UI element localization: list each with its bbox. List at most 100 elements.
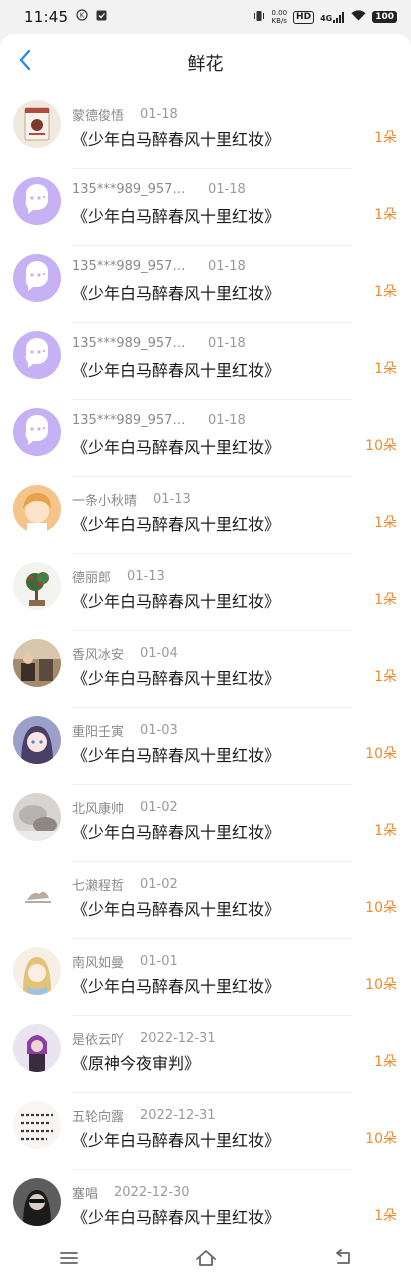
gift-row[interactable]: 一条小秋晴 01-13 《少年白马醉春风十里红妆》 1朵	[0, 477, 411, 554]
book-title: 《少年白马醉春风十里红妆》	[72, 515, 281, 534]
gift-row[interactable]: 135***989_9579… 01-18 《少年白马醉春风十里红妆》 10朵	[0, 400, 411, 477]
flower-count: 1朵	[374, 207, 397, 223]
gift-date: 01-18	[140, 107, 178, 122]
row-meta: 德丽郎 01-13	[72, 567, 165, 586]
gift-date: 01-04	[140, 646, 178, 661]
avatar[interactable]	[13, 1178, 61, 1226]
row-meta: 五轮向露 2022-12-31	[72, 1106, 216, 1125]
book-title: 《少年白马醉春风十里红妆》	[72, 592, 281, 611]
gift-date: 01-18	[208, 259, 246, 274]
flower-count: 1朵	[374, 515, 397, 531]
hd-badge: HD	[293, 10, 315, 24]
flower-count: 1朵	[374, 1208, 397, 1224]
avatar[interactable]	[13, 1101, 61, 1149]
avatar[interactable]	[13, 793, 61, 841]
svg-text:K: K	[80, 12, 85, 20]
flower-count: 10朵	[365, 900, 397, 916]
status-bar-left: 11:45 K	[24, 8, 107, 26]
avatar[interactable]	[13, 100, 61, 148]
app-header: 鲜花	[0, 34, 411, 93]
username: 蒙德俊悟	[72, 109, 125, 124]
chevron-left-icon	[18, 49, 32, 75]
gift-row[interactable]: 南风如曼 01-01 《少年白马醉春风十里红妆》 10朵	[0, 939, 411, 1016]
avatar[interactable]	[13, 639, 61, 687]
book-title: 《少年白马醉春风十里红妆》	[72, 977, 281, 996]
clipboard-check-icon	[96, 9, 107, 25]
username: 德丽郎	[72, 571, 112, 586]
net-speed-value: 0.00	[271, 9, 288, 17]
avatar[interactable]	[13, 716, 61, 764]
row-meta: 南风如曼 01-01	[72, 952, 178, 971]
menu-button[interactable]	[39, 1245, 99, 1275]
gift-row[interactable]: 五轮向露 2022-12-31 《少年白马醉春风十里红妆》 10朵	[0, 1093, 411, 1170]
gift-date: 2022-12-31	[140, 1108, 216, 1123]
home-button[interactable]	[176, 1245, 236, 1275]
username: 135***989_9579…	[72, 413, 192, 428]
gift-date: 01-02	[140, 877, 178, 892]
gift-row[interactable]: 蒙德俊悟 01-18 《少年白马醉春风十里红妆》 1朵	[0, 92, 411, 169]
avatar[interactable]	[13, 408, 61, 456]
username: 重阳壬寅	[72, 725, 125, 740]
row-meta: 重阳壬寅 01-03	[72, 721, 178, 740]
menu-icon	[59, 1250, 79, 1270]
gift-row[interactable]: 重阳壬寅 01-03 《少年白马醉春风十里红妆》 10朵	[0, 708, 411, 785]
signal-icon: 4G	[320, 11, 345, 23]
avatar[interactable]	[13, 870, 61, 918]
gift-date: 01-02	[140, 800, 178, 815]
flower-count: 1朵	[374, 1054, 397, 1070]
username: 135***989_9579…	[72, 259, 192, 274]
username: 一条小秋晴	[72, 494, 138, 509]
flower-gift-list[interactable]: 蒙德俊悟 01-18 《少年白马醉春风十里红妆》 1朵 135***989_9579… 0…	[0, 92, 411, 1240]
gift-row[interactable]: 是依云吖 2022-12-31 《原神今夜审判》 1朵	[0, 1016, 411, 1093]
gift-row[interactable]: 七濑程哲 01-02 《少年白马醉春风十里红妆》 10朵	[0, 862, 411, 939]
flower-count: 10朵	[365, 746, 397, 762]
net-speed-unit: KB/s	[271, 17, 287, 25]
book-title: 《少年白马醉春风十里红妆》	[72, 746, 281, 765]
gift-row[interactable]: 135***989_9579… 01-18 《少年白马醉春风十里红妆》 1朵	[0, 246, 411, 323]
book-title: 《少年白马醉春风十里红妆》	[72, 1208, 281, 1227]
book-title: 《少年白马醉春风十里红妆》	[72, 1131, 281, 1150]
row-meta: 蒙德俊悟 01-18	[72, 105, 178, 124]
gift-date: 01-01	[140, 954, 178, 969]
row-meta: 七濑程哲 01-02	[72, 875, 178, 894]
gift-row[interactable]: 北风康帅 01-02 《少年白马醉春风十里红妆》 1朵	[0, 785, 411, 862]
gift-row[interactable]: 德丽郎 01-13 《少年白马醉春风十里红妆》 1朵	[0, 554, 411, 631]
k-icon: K	[76, 9, 88, 25]
username: 135***989_9579…	[72, 336, 192, 351]
avatar[interactable]	[13, 254, 61, 302]
back-button[interactable]	[10, 47, 40, 77]
flower-count: 10朵	[365, 977, 397, 993]
net-speed: 0.00 KB/s	[271, 9, 287, 25]
book-title: 《少年白马醉春风十里红妆》	[72, 669, 281, 688]
row-meta: 香风冰安 01-04	[72, 644, 178, 663]
gift-row[interactable]: 135***989_9579… 01-18 《少年白马醉春风十里红妆》 1朵	[0, 323, 411, 400]
gift-date: 01-18	[208, 413, 246, 428]
flower-count: 1朵	[374, 130, 397, 146]
row-meta: 135***989_9579… 01-18	[72, 259, 246, 274]
gift-row[interactable]: 135***989_9579… 01-18 《少年白马醉春风十里红妆》 1朵	[0, 169, 411, 246]
row-meta: 一条小秋晴 01-13	[72, 490, 191, 509]
status-bar-right: 0.00 KB/s HD 4G 100	[253, 9, 397, 25]
book-title: 《原神今夜审判》	[72, 1054, 201, 1073]
avatar[interactable]	[13, 177, 61, 225]
return-button[interactable]	[313, 1245, 373, 1275]
avatar[interactable]	[13, 562, 61, 610]
gift-date: 01-03	[140, 723, 178, 738]
flower-count: 1朵	[374, 669, 397, 685]
avatar[interactable]	[13, 1024, 61, 1072]
username: 南风如曼	[72, 956, 125, 971]
username: 五轮向露	[72, 1110, 125, 1125]
page-title: 鲜花	[187, 54, 224, 75]
wifi-icon	[351, 10, 366, 24]
avatar[interactable]	[13, 485, 61, 533]
book-title: 《少年白马醉春风十里红妆》	[72, 130, 281, 149]
flower-count: 1朵	[374, 592, 397, 608]
gift-date: 01-13	[127, 569, 165, 584]
username: 是依云吖	[72, 1033, 125, 1048]
gift-row[interactable]: 塞唱 2022-12-30 《少年白马醉春风十里红妆》 1朵	[0, 1170, 411, 1240]
gift-date: 2022-12-30	[114, 1185, 190, 1200]
flower-count: 10朵	[365, 1131, 397, 1147]
gift-row[interactable]: 香风冰安 01-04 《少年白马醉春风十里红妆》 1朵	[0, 631, 411, 708]
avatar[interactable]	[13, 331, 61, 379]
avatar[interactable]	[13, 947, 61, 995]
